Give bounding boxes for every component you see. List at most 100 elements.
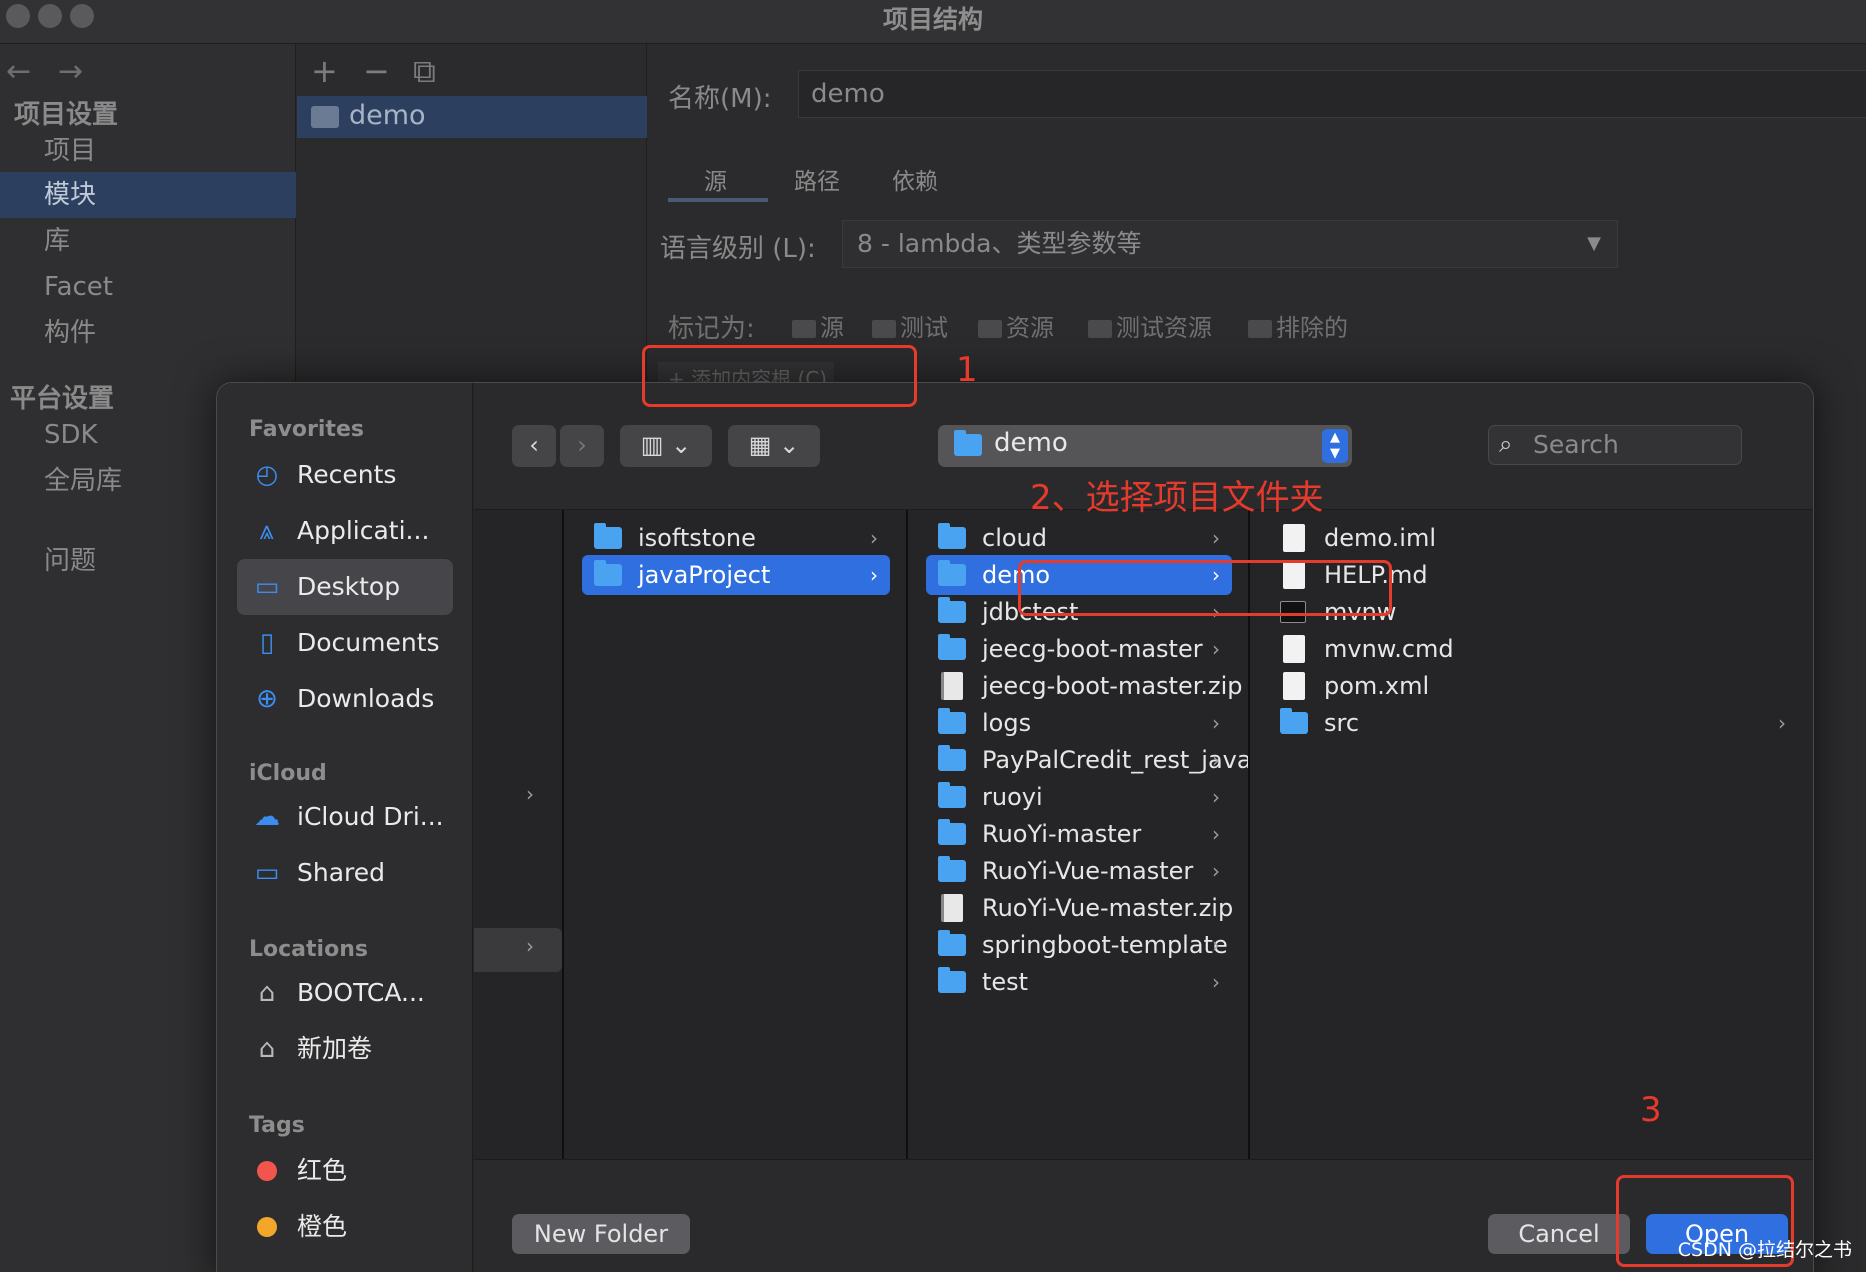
folder-icon [872, 320, 896, 338]
zip-file-icon [941, 672, 963, 700]
search-placeholder: Search [1533, 430, 1619, 459]
file-icon [1283, 635, 1305, 663]
updown-stepper-icon: ▲ ▼ [1322, 429, 1348, 463]
folder-row[interactable]: PayPalCredit_rest_java › [926, 740, 1252, 780]
language-level-select[interactable]: 8 - lambda、类型参数等 ▼ [842, 220, 1618, 268]
folder-icon [938, 708, 966, 734]
sidebar-item-new-volume[interactable]: ⌂ 新加卷 [237, 1021, 453, 1077]
sidebar-item-icloud-drive[interactable]: ☁ iCloud Dri... [237, 789, 453, 845]
folder-icon [938, 782, 966, 808]
module-row[interactable]: demo [297, 96, 647, 138]
active-tab-indicator [668, 198, 768, 202]
search-icon: ⌕ [1499, 430, 1513, 458]
sidebar-item-project[interactable]: 项目 [0, 128, 296, 174]
folder-row[interactable]: isoftstone › [582, 518, 890, 558]
sidebar-tag-orange[interactable]: 橙色 [237, 1199, 453, 1255]
item-name: RuoYi-master [982, 820, 1142, 848]
tab-dependencies[interactable]: 依赖 [892, 162, 938, 196]
file-row[interactable]: mvnw.cmd [1268, 629, 1798, 669]
tab-paths[interactable]: 路径 [794, 162, 840, 196]
copy-icon[interactable]: ⧉ [413, 52, 436, 91]
clock-icon: ◴ [255, 460, 279, 490]
item-name: jeecg-boot-master [982, 635, 1203, 663]
locations-header: Locations [249, 937, 368, 962]
sidebar-item-bootcamp[interactable]: ⌂ BOOTCA... [237, 965, 453, 1021]
search-field[interactable]: ⌕ Search [1488, 425, 1742, 465]
sidebar-tag-red[interactable]: 红色 [237, 1143, 453, 1199]
chevron-right-icon: › [526, 934, 534, 958]
sidebar-item-downloads[interactable]: ⊕ Downloads [237, 671, 453, 727]
tag-dot-red [257, 1161, 277, 1181]
item-name: cloud [982, 524, 1047, 552]
forward-arrow-icon[interactable]: → [58, 54, 83, 89]
download-icon: ⊕ [256, 684, 278, 714]
file-row[interactable]: jeecg-boot-master.zip [926, 666, 1243, 706]
chevron-right-icon: › [526, 782, 534, 806]
dialog-footer: New Folder Cancel Open [474, 1159, 1813, 1272]
mark-as-label: 标记为: [668, 314, 755, 344]
window-title: 项目结构 [882, 5, 983, 34]
folder-row[interactable]: RuoYi-Vue-master › [926, 851, 1232, 891]
new-folder-button[interactable]: New Folder [512, 1214, 690, 1254]
path-popup-button[interactable]: demo ▲ ▼ [938, 425, 1352, 467]
folder-row[interactable]: springboot-template › [926, 925, 1232, 965]
column-view-button[interactable]: ▥ ⌄ [620, 425, 712, 467]
mark-excluded[interactable]: 排除的 [1248, 308, 1348, 343]
sidebar-item-libraries[interactable]: 库 [0, 218, 296, 264]
grid-view-button[interactable]: ▦ ⌄ [728, 425, 820, 467]
column0-selected-row[interactable] [474, 928, 562, 972]
chevron-right-icon: › [1212, 526, 1220, 550]
remove-icon[interactable]: − [363, 52, 390, 90]
folder-row[interactable]: logs › [926, 703, 1232, 743]
chevron-right-icon: › [870, 526, 878, 550]
folder-row[interactable]: RuoYi-master › [926, 814, 1232, 854]
sidebar-item-documents[interactable]: ▯ Documents [237, 615, 453, 671]
sidebar-item-recents[interactable]: ◴ Recents [237, 447, 453, 503]
sidebar-item-artifacts[interactable]: 构件 [0, 310, 296, 356]
add-icon[interactable]: + [311, 52, 338, 90]
module-name-input[interactable]: demo [798, 70, 1866, 118]
sidebar-item-facets[interactable]: Facet [0, 264, 296, 310]
sidebar-item-applications[interactable]: ⩓ Applicati... [237, 503, 453, 559]
finder-sidebar: Favorites ◴ Recents ⩓ Applicati... ▭ Deskto… [217, 383, 473, 1272]
folder-icon [938, 523, 966, 549]
chevron-right-icon: › [1212, 711, 1220, 735]
folder-icon [938, 967, 966, 993]
folder-icon [1280, 708, 1308, 734]
folder-icon [594, 523, 622, 549]
cloud-icon: ☁ [254, 802, 280, 832]
chevron-down-icon: ▼ [1587, 233, 1601, 254]
file-icon [1283, 524, 1305, 552]
folder-row[interactable]: test › [926, 962, 1232, 1002]
chevron-right-icon: › [1212, 748, 1220, 772]
sidebar-item-shared[interactable]: ▭ Shared [237, 845, 453, 901]
tab-sources[interactable]: 源 [704, 162, 727, 196]
folder-row[interactable]: src › [1268, 703, 1798, 743]
mark-sources[interactable]: 源 [792, 308, 844, 343]
folder-icon [938, 930, 966, 956]
folder-icon [594, 560, 622, 586]
folder-row[interactable]: cloud › [926, 518, 1232, 558]
module-name: demo [349, 100, 426, 131]
forward-button[interactable]: › [560, 425, 604, 467]
folder-row[interactable]: ruoyi › [926, 777, 1232, 817]
chevron-right-icon: › [870, 563, 878, 587]
folder-row[interactable]: javaProject › [582, 555, 890, 595]
drive-icon: ⌂ [258, 1034, 276, 1064]
folder-icon [938, 597, 966, 623]
file-row[interactable]: demo.iml [1268, 518, 1798, 558]
sidebar-item-modules[interactable]: 模块 [0, 172, 296, 218]
annotation-number-3: 3 [1640, 1090, 1662, 1130]
cancel-button[interactable]: Cancel [1488, 1214, 1630, 1254]
mark-tests[interactable]: 测试 [872, 308, 948, 343]
sidebar-item-desktop[interactable]: ▭ Desktop [237, 559, 453, 615]
folder-icon [954, 430, 982, 456]
back-arrow-icon[interactable]: ← [6, 54, 31, 89]
mark-resources[interactable]: 资源 [978, 308, 1054, 343]
back-button[interactable]: ‹ [512, 425, 556, 467]
item-name: pom.xml [1324, 672, 1430, 700]
mark-test-resources[interactable]: 测试资源 [1088, 308, 1212, 343]
file-row[interactable]: pom.xml [1268, 666, 1798, 706]
file-row[interactable]: RuoYi-Vue-master.zip [926, 888, 1233, 928]
folder-row[interactable]: jeecg-boot-master › [926, 629, 1232, 669]
